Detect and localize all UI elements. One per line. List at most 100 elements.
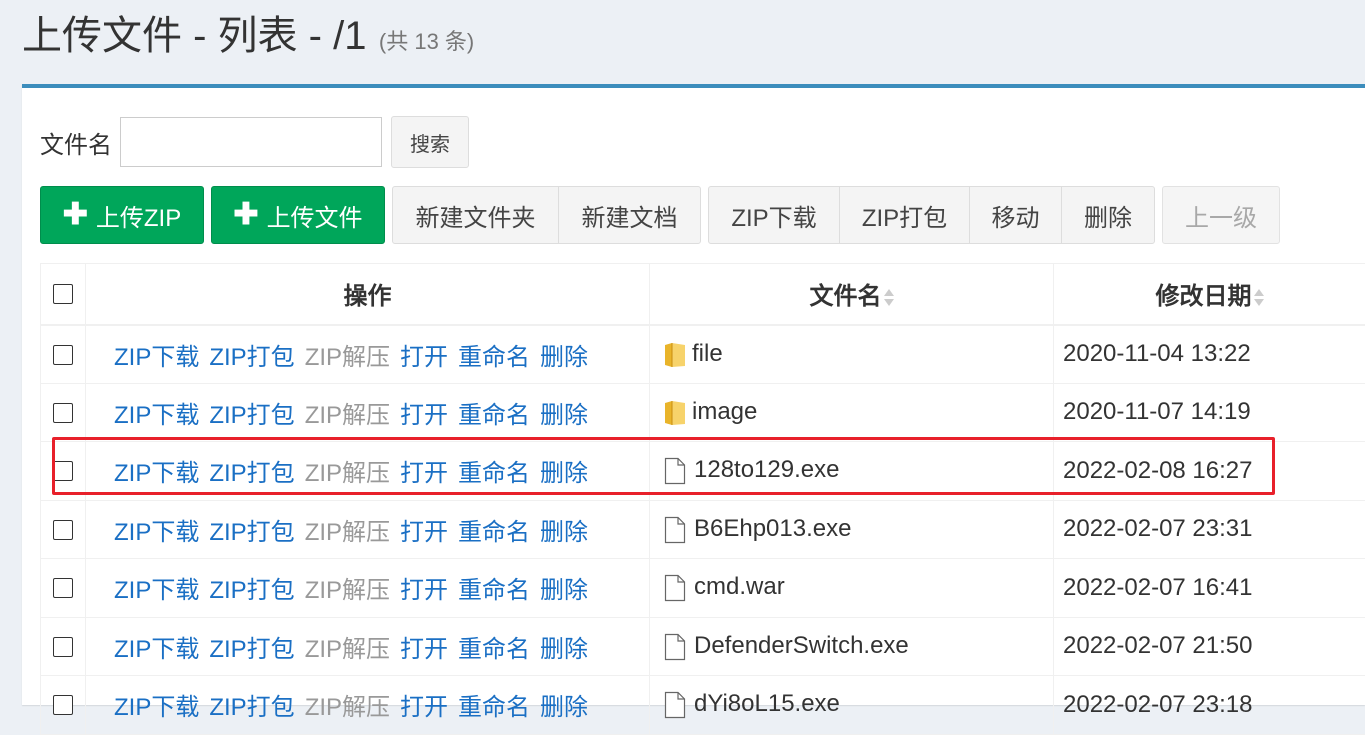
- search-button[interactable]: 搜索: [391, 116, 469, 168]
- row-checkbox[interactable]: [53, 520, 73, 540]
- zip-extract-link[interactable]: ZIP解压: [305, 344, 390, 371]
- zip-pack-link[interactable]: ZIP打包: [209, 577, 294, 604]
- modified-date: 2022-02-07 21:50: [1054, 617, 1365, 676]
- table-row: ZIP下载 ZIP打包 ZIP解压打开重命名删除 DefenderSwitch.exe…: [41, 617, 1365, 676]
- zip-download-button[interactable]: ZIP下载: [708, 186, 840, 244]
- row-select-cell: [41, 500, 86, 559]
- delete-link[interactable]: 删除: [540, 402, 588, 429]
- delete-link[interactable]: 删除: [540, 636, 588, 663]
- zip-download-link[interactable]: ZIP下载: [114, 402, 199, 429]
- open-link[interactable]: 打开: [400, 636, 448, 663]
- file-list-box: 文件名 搜索 ✚ 上传ZIP ✚ 上传文件 新建文件夹 新建文档 ZIP下载 Z…: [22, 84, 1365, 705]
- row-checkbox[interactable]: [53, 578, 73, 598]
- zip-extract-link[interactable]: ZIP解压: [305, 519, 390, 546]
- file-name[interactable]: B6Ehp013.exe: [694, 515, 851, 542]
- plus-icon: ✚: [233, 200, 258, 230]
- up-level-button[interactable]: 上一级: [1162, 186, 1280, 244]
- zip-pack-link[interactable]: ZIP打包: [209, 694, 294, 721]
- zip-download-link[interactable]: ZIP下载: [114, 694, 199, 721]
- search-input[interactable]: [120, 117, 382, 167]
- delete-link[interactable]: 删除: [540, 344, 588, 371]
- date-header[interactable]: 修改日期: [1054, 264, 1365, 325]
- file-name[interactable]: 128to129.exe: [694, 456, 839, 483]
- row-actions: ZIP下载 ZIP打包 ZIP解压打开重命名删除: [86, 676, 650, 735]
- rename-link[interactable]: 重命名: [458, 577, 530, 604]
- zip-pack-button[interactable]: ZIP打包: [839, 186, 970, 244]
- delete-button[interactable]: 删除: [1061, 186, 1155, 244]
- file-name[interactable]: cmd.war: [694, 573, 785, 600]
- modified-date: 2022-02-08 16:27: [1054, 442, 1365, 501]
- new-folder-button[interactable]: 新建文件夹: [392, 186, 559, 244]
- file-count: (共 13 条): [379, 29, 474, 54]
- delete-link[interactable]: 删除: [540, 519, 588, 546]
- table-row: ZIP下载ZIP打包ZIP解压打开重命名删除file2020-11-04 13:…: [41, 325, 1365, 384]
- zip-download-link[interactable]: ZIP下载: [114, 577, 199, 604]
- table-row: ZIP下载ZIP打包ZIP解压打开重命名删除dYi8oL15.exe2022-0…: [41, 676, 1365, 735]
- table-row: ZIP下载 ZIP打包 ZIP解压打开重命名删除 128to129.exe 2022-0…: [41, 442, 1365, 501]
- file-name-cell: image: [650, 383, 1054, 442]
- zip-pack-link[interactable]: ZIP打包: [209, 402, 294, 429]
- folder-icon: [664, 342, 686, 368]
- rename-link[interactable]: 重命名: [458, 344, 530, 371]
- zip-extract-link[interactable]: ZIP解压: [305, 577, 390, 604]
- rename-link[interactable]: 重命名: [458, 636, 530, 663]
- upload-file-label: 上传文件: [267, 198, 363, 233]
- file-name-cell: file: [650, 325, 1054, 384]
- upload-file-button[interactable]: ✚ 上传文件: [211, 186, 385, 244]
- plus-icon: ✚: [63, 200, 88, 230]
- zip-pack-link[interactable]: ZIP打包: [209, 344, 294, 371]
- zip-pack-link[interactable]: ZIP打包: [209, 636, 294, 663]
- rename-link[interactable]: 重命名: [458, 402, 530, 429]
- zip-download-link[interactable]: ZIP下载: [114, 460, 199, 487]
- zip-extract-link[interactable]: ZIP解压: [305, 694, 390, 721]
- file-name[interactable]: DefenderSwitch.exe: [694, 632, 909, 659]
- upload-zip-button[interactable]: ✚ 上传ZIP: [40, 186, 204, 244]
- zip-extract-link[interactable]: ZIP解压: [305, 402, 390, 429]
- open-link[interactable]: 打开: [400, 344, 448, 371]
- zip-download-link[interactable]: ZIP下载: [114, 636, 199, 663]
- name-header-label: 文件名: [810, 283, 882, 310]
- modified-date: 2020-11-07 14:19: [1054, 383, 1365, 442]
- zip-extract-link[interactable]: ZIP解压: [305, 636, 390, 663]
- rename-link[interactable]: 重命名: [458, 519, 530, 546]
- name-header[interactable]: 文件名: [650, 264, 1054, 325]
- page-header: 上传文件 - 列表 - /1 (共 13 条): [22, 0, 474, 80]
- file-name[interactable]: image: [692, 398, 757, 425]
- move-button[interactable]: 移动: [969, 186, 1062, 244]
- zip-pack-link[interactable]: ZIP打包: [209, 519, 294, 546]
- rename-link[interactable]: 重命名: [458, 694, 530, 721]
- file-name[interactable]: dYi8oL15.exe: [694, 690, 840, 717]
- open-link[interactable]: 打开: [400, 519, 448, 546]
- upload-zip-label: 上传ZIP: [96, 198, 181, 233]
- zip-download-link[interactable]: ZIP下载: [114, 344, 199, 371]
- sort-icon[interactable]: [1254, 287, 1264, 309]
- date-header-label: 修改日期: [1156, 283, 1252, 310]
- zip-pack-link[interactable]: ZIP打包: [209, 460, 294, 487]
- row-actions: ZIP下载 ZIP打包 ZIP解压打开重命名删除: [86, 500, 650, 559]
- open-link[interactable]: 打开: [400, 402, 448, 429]
- row-checkbox[interactable]: [53, 403, 73, 423]
- delete-link[interactable]: 删除: [540, 694, 588, 721]
- row-select-cell: [41, 559, 86, 618]
- select-all-checkbox[interactable]: [53, 284, 73, 304]
- row-checkbox[interactable]: [53, 461, 73, 481]
- open-link[interactable]: 打开: [400, 460, 448, 487]
- row-checkbox[interactable]: [53, 695, 73, 715]
- delete-link[interactable]: 删除: [540, 577, 588, 604]
- modified-date: 2022-02-07 23:31: [1054, 500, 1365, 559]
- delete-link[interactable]: 删除: [540, 460, 588, 487]
- row-actions: ZIP下载 ZIP打包 ZIP解压打开重命名删除: [86, 325, 650, 384]
- new-document-button[interactable]: 新建文档: [558, 186, 701, 244]
- zip-extract-link[interactable]: ZIP解压: [305, 460, 390, 487]
- row-checkbox[interactable]: [53, 345, 73, 365]
- sort-icon[interactable]: [884, 287, 894, 309]
- open-link[interactable]: 打开: [400, 577, 448, 604]
- row-checkbox[interactable]: [53, 637, 73, 657]
- file-icon: [664, 516, 686, 544]
- zip-download-link[interactable]: ZIP下载: [114, 519, 199, 546]
- file-icon: [664, 457, 686, 485]
- rename-link[interactable]: 重命名: [458, 460, 530, 487]
- row-select-cell: [41, 442, 86, 501]
- open-link[interactable]: 打开: [400, 694, 448, 721]
- file-name[interactable]: file: [692, 340, 723, 367]
